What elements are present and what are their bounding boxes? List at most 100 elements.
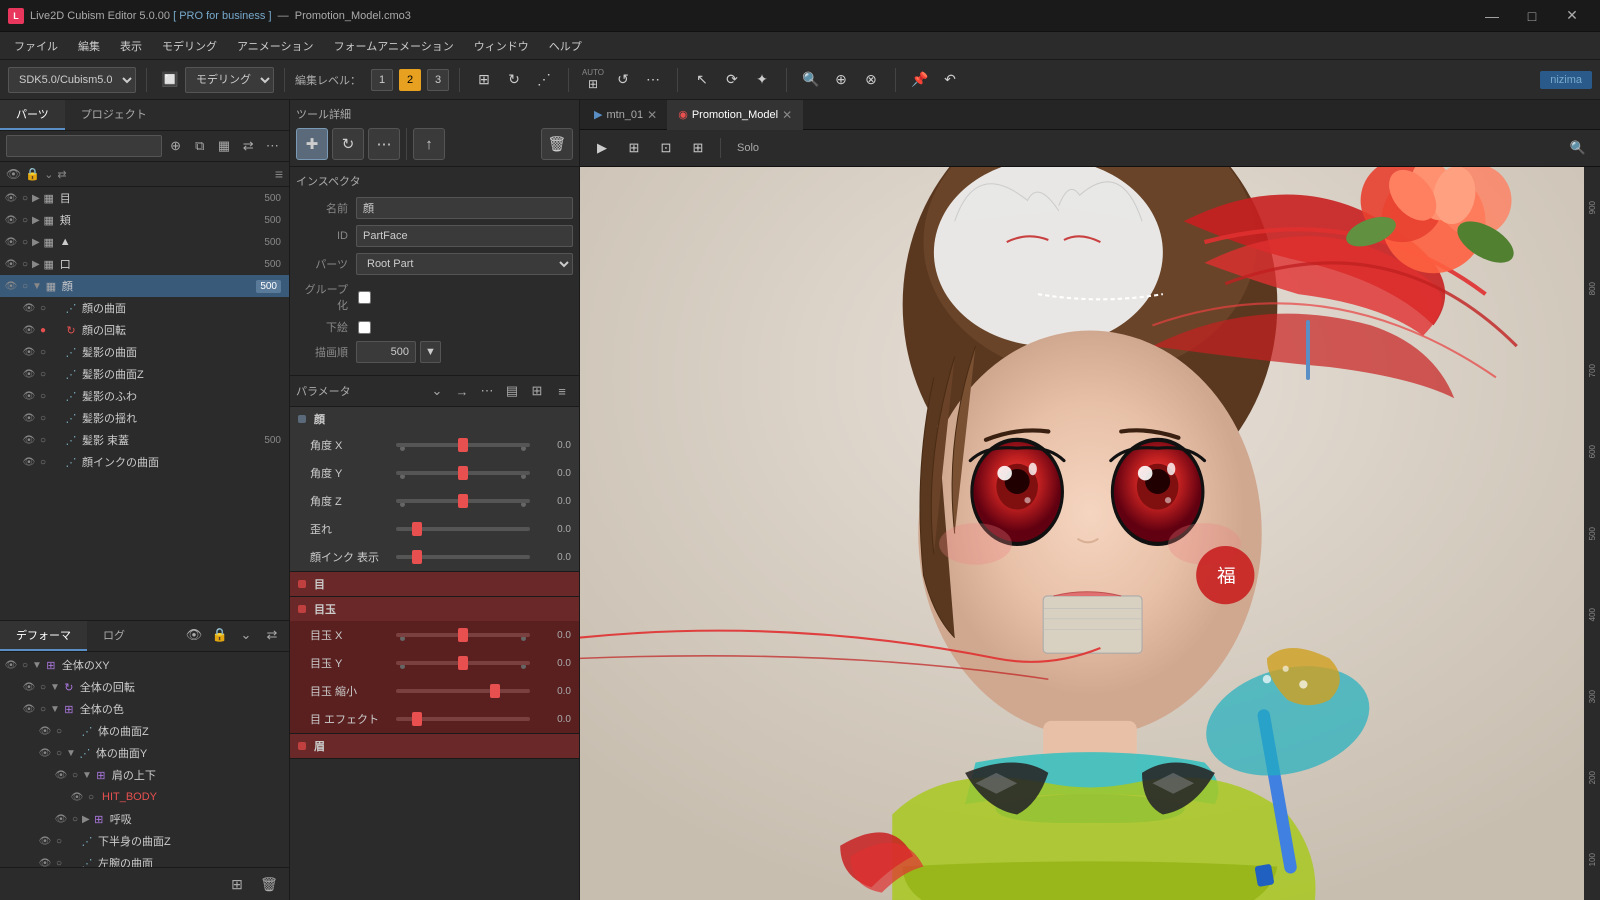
vis-deformer-xy[interactable]: 👁 — [4, 658, 18, 672]
tab-deformer[interactable]: デフォーマ — [0, 621, 87, 651]
maximize-button[interactable]: □ — [1512, 0, 1552, 32]
param-row-eye-scale[interactable]: 目玉 縮小 0.0 — [290, 677, 579, 705]
params-menu-btn[interactable]: ≡ — [551, 380, 573, 402]
grid-tool[interactable]: ⊞ — [470, 66, 498, 94]
vis-icon-hair4[interactable]: 👁 — [22, 411, 36, 425]
close-button[interactable]: ✕ — [1552, 0, 1592, 32]
lock-deformer-sh[interactable]: ○ — [68, 768, 82, 782]
tool-dots[interactable]: ⋯ — [368, 128, 400, 160]
tool-arrow[interactable]: ↑ — [413, 128, 445, 160]
deformer-rotation[interactable]: 👁 ○ ▼ ↻ 全体の回転 — [0, 676, 289, 698]
parts-more-btn[interactable]: ⋯ — [262, 135, 283, 157]
lock-icon-face-rotate[interactable]: ● — [36, 323, 50, 337]
part-row-eye[interactable]: 👁 ○ ▶ ▦ 目 500 — [0, 187, 289, 209]
vis-icon-cheek[interactable]: 👁 — [4, 213, 18, 227]
level-btn-3[interactable]: 3 — [427, 69, 449, 91]
lock-icon-face-mesh[interactable]: ○ — [36, 301, 50, 315]
vis-deformer-sh[interactable]: 👁 — [54, 768, 68, 782]
inspector-order-step[interactable]: ▼ — [420, 341, 441, 363]
lock-icon-mouth[interactable]: ○ — [18, 257, 32, 271]
expand-face[interactable]: ▼ — [32, 281, 42, 292]
vis-deformer-la[interactable]: 👁 — [38, 856, 52, 867]
part-row-hair-mesh2[interactable]: 👁 ○ ⋰ 髪影の曲面Z — [0, 363, 289, 385]
slider-thumb-es[interactable] — [490, 684, 500, 698]
param-row-warp[interactable]: 歪れ 0.0 — [290, 515, 579, 543]
deformer-vis-all[interactable]: 👁 — [183, 624, 205, 646]
inspector-id-input[interactable] — [356, 225, 573, 247]
canvas-play-btn[interactable]: ▶ — [588, 134, 616, 162]
params-dots-btn[interactable]: ⋯ — [476, 380, 498, 402]
param-slider-ey[interactable] — [396, 653, 530, 673]
tab-project[interactable]: プロジェクト — [65, 100, 163, 130]
lock-icon-tri[interactable]: ○ — [18, 235, 32, 249]
vis-icon-eye[interactable]: 👁 — [4, 191, 18, 205]
undo-tool[interactable]: ↶ — [936, 66, 964, 94]
level-btn-1[interactable]: 1 — [371, 69, 393, 91]
parts-group-btn[interactable]: ▦ — [213, 135, 234, 157]
expand-eye[interactable]: ▶ — [32, 193, 40, 204]
part-row-hair-mesh4[interactable]: 👁 ○ ⋰ 髪影の揺れ — [0, 407, 289, 429]
canvas-viewport[interactable]: 福 — [580, 167, 1600, 900]
lock-icon-face[interactable]: ○ — [18, 279, 32, 293]
lock-deformer-lz[interactable]: ○ — [52, 834, 66, 848]
part-row-face-ink[interactable]: 👁 ○ ⋰ 顔インクの曲面 — [0, 451, 289, 473]
vis-deformer-rot[interactable]: 👁 — [22, 680, 36, 694]
param-slider-warp[interactable] — [396, 519, 530, 539]
vis-deformer-bz[interactable]: 👁 — [38, 724, 52, 738]
lock-toggle-all[interactable]: 🔒 — [25, 167, 40, 181]
deformer-color[interactable]: 👁 ○ ▼ ⊞ 全体の色 — [0, 698, 289, 720]
visibility-toggle-all[interactable]: 👁 — [6, 167, 21, 181]
params-section-eyeball-header[interactable]: 目玉 — [290, 597, 579, 621]
deformer-lower-z[interactable]: 👁 ○ ⋰ 下半身の曲面Z — [0, 830, 289, 852]
slider-thumb-warp[interactable] — [412, 522, 422, 536]
deformer-delete-btn[interactable]: 🗑 — [257, 872, 281, 896]
parts-search-input[interactable] — [6, 135, 162, 157]
parts-add-btn[interactable]: ⊕ — [165, 135, 186, 157]
lock-deformer-br[interactable]: ○ — [68, 812, 82, 826]
tab-motion[interactable]: ▶ mtn_01 ✕ — [584, 100, 668, 130]
expand-cheek[interactable]: ▶ — [32, 215, 40, 226]
param-row-eyey[interactable]: 目玉 Y 0. — [290, 649, 579, 677]
lock-icon-ink[interactable]: ○ — [36, 455, 50, 469]
param-slider-es[interactable] — [396, 681, 530, 701]
param-slider-ex[interactable] — [396, 625, 530, 645]
param-slider-az[interactable] — [396, 491, 530, 511]
deformer-swap[interactable]: ⇄ — [261, 624, 283, 646]
mesh-tool[interactable]: ⋰ — [530, 66, 558, 94]
part-row-mouth[interactable]: 👁 ○ ▶ ▦ 口 500 — [0, 253, 289, 275]
tab-log[interactable]: ログ — [87, 621, 141, 651]
minimize-button[interactable]: — — [1472, 0, 1512, 32]
lock-deformer-col[interactable]: ○ — [36, 702, 50, 716]
motion-tab-close[interactable]: ✕ — [647, 108, 657, 122]
deformer-xy[interactable]: 👁 ○ ▼ ⊞ 全体のXY — [0, 654, 289, 676]
expand-deformer-by[interactable]: ▼ — [66, 748, 76, 759]
vis-deformer-lz[interactable]: 👁 — [38, 834, 52, 848]
vis-deformer-col[interactable]: 👁 — [22, 702, 36, 716]
part-row-face[interactable]: 👁 ○ ▼ ▦ 顔 500 — [0, 275, 289, 297]
lock-deformer-bz[interactable]: ○ — [52, 724, 66, 738]
expand-deformer-col[interactable]: ▼ — [50, 704, 60, 715]
pin-tool[interactable]: 📌 — [906, 66, 934, 94]
lock-deformer-rot[interactable]: ○ — [36, 680, 50, 694]
part-row-face-rotate[interactable]: 👁 ● ↻ 顔の回転 — [0, 319, 289, 341]
expand-toggle-all[interactable]: ⌄ — [44, 168, 53, 181]
lock-deformer-hit[interactable]: ○ — [84, 790, 98, 804]
param-slider-fi[interactable] — [396, 547, 530, 567]
vis-icon-hair1[interactable]: 👁 — [22, 345, 36, 359]
vis-deformer-hit[interactable]: 👁 — [70, 790, 84, 804]
vis-icon-hair2[interactable]: 👁 — [22, 367, 36, 381]
vis-icon-face-rotate[interactable]: 👁 — [22, 323, 36, 337]
deformer-new-btn[interactable]: ⊞ — [225, 872, 249, 896]
lock-icon-hair1[interactable]: ○ — [36, 345, 50, 359]
menu-animation[interactable]: アニメーション — [227, 34, 324, 58]
vis-icon-face-mesh[interactable]: 👁 — [22, 301, 36, 315]
expand-deformer-br[interactable]: ▶ — [82, 814, 90, 825]
params-section-brow-header[interactable]: 眉 — [290, 734, 579, 758]
params-add-btn[interactable]: → — [451, 380, 473, 402]
part-row-face-mesh[interactable]: 👁 ○ ⋰ 顔の曲面 — [0, 297, 289, 319]
user-badge[interactable]: nizima — [1540, 71, 1592, 89]
param-row-angle-y[interactable]: 角度 Y 0. — [290, 459, 579, 487]
refresh-tool[interactable]: ↺ — [609, 66, 637, 94]
canvas-grid-btn[interactable]: ⊞ — [684, 134, 712, 162]
lock-icon-hair4[interactable]: ○ — [36, 411, 50, 425]
